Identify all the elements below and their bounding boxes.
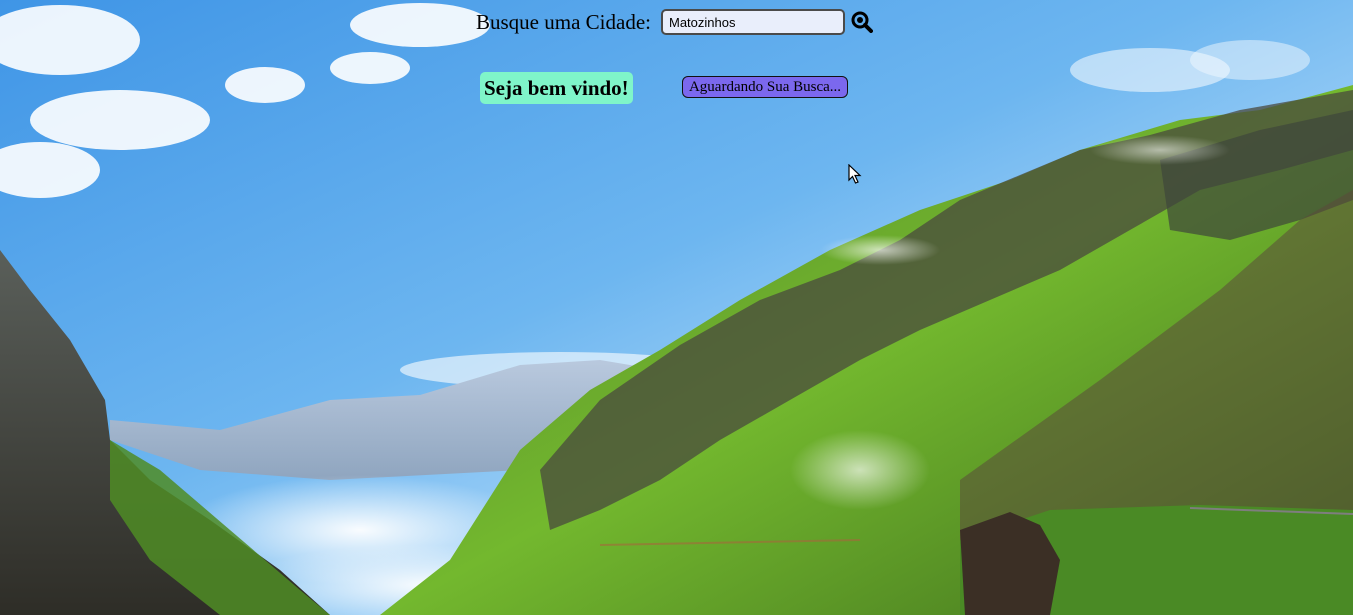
welcome-message: Seja bem vindo! xyxy=(480,72,633,104)
magnifier-search-icon xyxy=(851,11,873,33)
background-landscape xyxy=(0,0,1353,615)
search-status-badge: Aguardando Sua Busca... xyxy=(682,76,848,98)
search-button[interactable] xyxy=(851,11,873,33)
search-label: Busque uma Cidade: xyxy=(476,9,651,34)
city-search-input[interactable] xyxy=(660,9,845,35)
mouse-pointer-icon xyxy=(848,164,862,184)
search-row: Busque uma Cidade: xyxy=(476,8,873,36)
